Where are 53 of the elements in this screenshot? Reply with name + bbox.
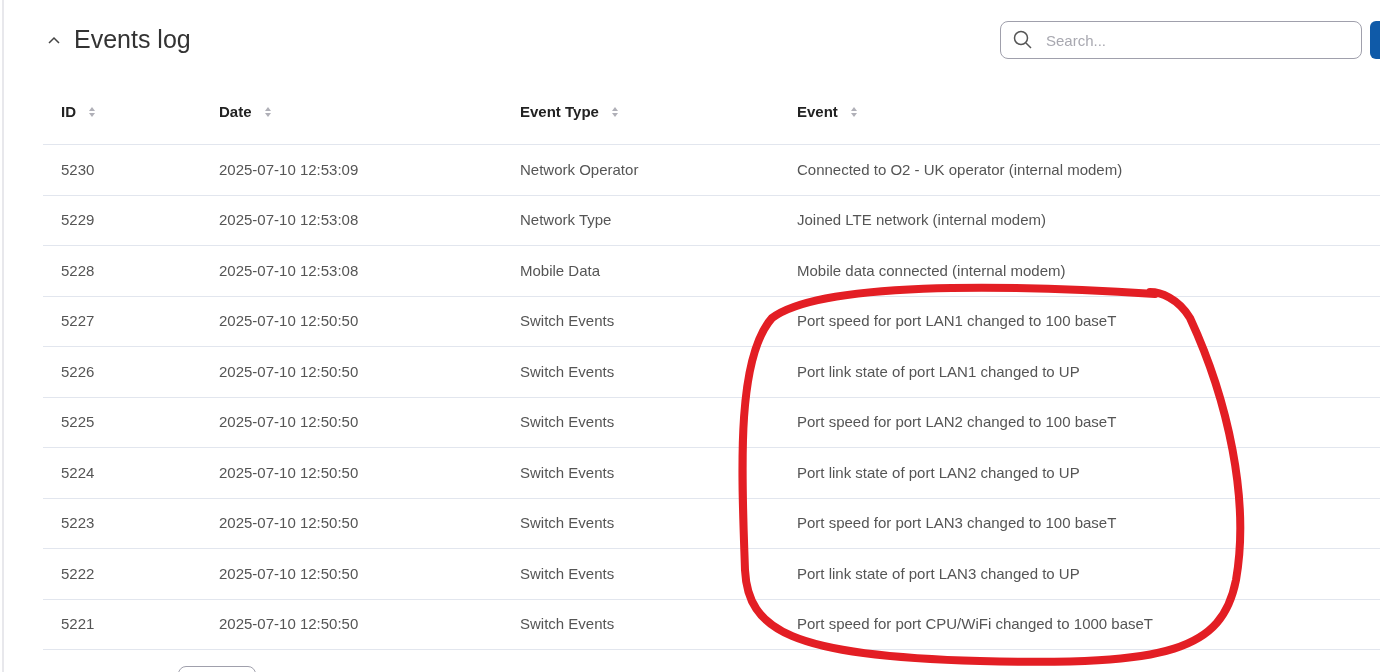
table-cell: 5224 <box>61 463 95 481</box>
table-cell: Switch Events <box>520 312 615 329</box>
table-cell: Network Type <box>520 211 612 228</box>
table-cell: 2025-07-10 12:53:09 <box>219 160 359 178</box>
table-cell: 5228 <box>61 261 95 279</box>
table-cell: Connected to O2 - UK operator (internal modem) <box>797 160 1123 178</box>
sort-icon[interactable] <box>610 106 619 118</box>
table-cell: Switch Events <box>520 564 615 582</box>
table-cell: 5223 <box>61 514 95 531</box>
table-cell: Port link state of port LAN3 changed to UP <box>797 564 1080 582</box>
table-cell: Switch Events <box>520 615 615 632</box>
table-cell: Port link state of port LAN1 changed to UP <box>797 362 1080 380</box>
chevron-up-icon[interactable] <box>48 36 60 44</box>
sort-icon[interactable] <box>88 106 96 118</box>
column-header[interactable]: Event <box>797 100 838 124</box>
table-cell: Network Operator <box>520 160 639 178</box>
table-cell: 5230 <box>61 160 95 178</box>
table-cell: 5227 <box>61 312 95 329</box>
table-cell: Switch Events <box>520 362 615 380</box>
table-cell: 2025-07-10 12:50:50 <box>219 564 359 582</box>
action-button[interactable] <box>1370 21 1380 59</box>
table-cell: Port speed for port CPU/WiFi changed to 1000 baseT <box>797 615 1153 632</box>
table-cell: Mobile Data <box>520 261 601 279</box>
table-cell: 2025-07-10 12:50:50 <box>219 514 359 531</box>
table-cell: 2025-07-10 12:53:08 <box>219 211 359 228</box>
table-cell: 5225 <box>61 413 95 430</box>
table-cell: Mobile data connected (internal modem) <box>797 261 1066 279</box>
table-cell: 2025-07-10 12:50:50 <box>219 312 359 329</box>
table-cell: 2025-07-10 12:50:50 <box>219 463 359 481</box>
table-cell: Port speed for port LAN3 changed to 100 baseT <box>797 514 1117 531</box>
column-header[interactable]: Date <box>219 100 252 124</box>
column-header[interactable]: ID <box>61 100 76 124</box>
table-cell: 5226 <box>61 362 95 380</box>
column-header[interactable]: Event Type <box>520 100 599 124</box>
table-cell: Port speed for port LAN2 changed to 100 baseT <box>797 413 1117 430</box>
search-icon <box>1013 30 1033 50</box>
sort-icon[interactable] <box>849 106 858 118</box>
table-cell: 5229 <box>61 211 95 228</box>
table-cell: 5222 <box>61 564 95 582</box>
search-field[interactable]: Search... <box>1000 21 1362 59</box>
table-cell: 2025-07-10 12:50:50 <box>219 413 359 430</box>
table-cell: Switch Events <box>520 413 615 430</box>
table-cell: Joined LTE network (internal modem) <box>797 211 1046 228</box>
table-cell: Switch Events <box>520 514 615 531</box>
table-cell: 2025-07-10 12:50:50 <box>219 362 359 380</box>
sort-icon[interactable] <box>263 106 272 118</box>
table-cell: Port speed for port LAN1 changed to 100 baseT <box>797 312 1117 329</box>
table-cell: Port link state of port LAN2 changed to UP <box>797 463 1080 481</box>
table-cell: 2025-07-10 12:53:08 <box>219 261 359 279</box>
table-cell: 5221 <box>61 615 95 632</box>
section-title: Events log <box>74 24 191 56</box>
table-cell: 2025-07-10 12:50:50 <box>219 615 359 632</box>
table-cell: Switch Events <box>520 463 615 481</box>
